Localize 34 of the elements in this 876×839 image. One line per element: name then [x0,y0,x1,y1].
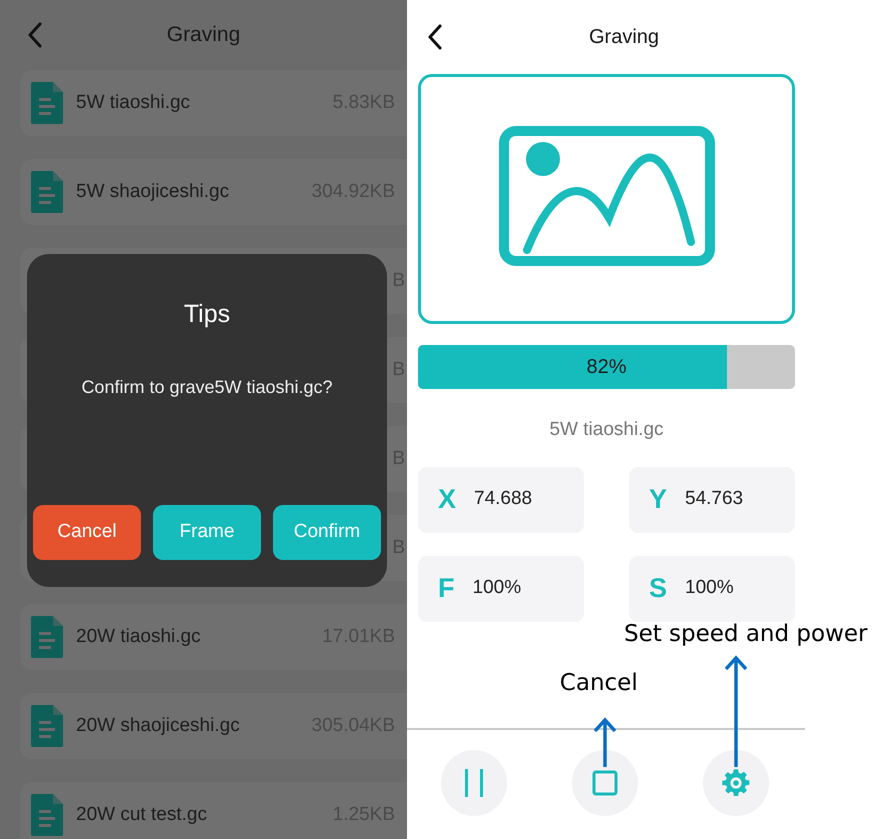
screen-title: Graving [588,25,660,50]
file-name: 20W cut test.gc [76,802,208,827]
document-icon [31,616,63,658]
progress-reading: 82% [585,355,628,380]
stat-value: 100% [685,576,734,600]
dialog-button[interactable]: Cancel [33,505,141,560]
stat-value: 74.688 [474,487,532,512]
dialog-title: Tips [184,299,230,330]
file-name: 5W tiaoshi.gc [76,90,192,115]
stat-label: S [649,572,668,606]
settings-icon [721,768,751,798]
screen-title: Graving [166,22,242,48]
dialog-message: Confirm to grave5W tiaoshi.gc? [81,376,333,399]
file-name: 20W shaojiceshi.gc [76,714,241,738]
document-icon [31,82,63,124]
back-icon[interactable] [427,24,443,50]
annotation-label: Set speed and power [624,620,868,648]
document-icon [31,705,63,747]
pause-icon [464,768,484,798]
file-name: 5W tiaoshi.gc [548,418,665,442]
stat-value: 100% [472,576,522,600]
stat-value: 54.763 [685,487,744,512]
dialog-button[interactable]: Confirm [273,505,381,560]
stat-label: Y [649,483,668,516]
stop-icon [592,770,618,796]
dialog-button[interactable]: Frame [153,505,261,560]
document-icon [31,171,63,213]
annotation-label: Cancel [560,668,638,698]
document-icon [31,794,63,836]
file-name: 5W shaojiceshi.gc [76,180,230,204]
stat-label: X [438,483,456,516]
stat-label: F [438,572,454,606]
file-name: 20W tiaoshi.gc [76,624,202,649]
annotation-arrow [593,717,617,767]
